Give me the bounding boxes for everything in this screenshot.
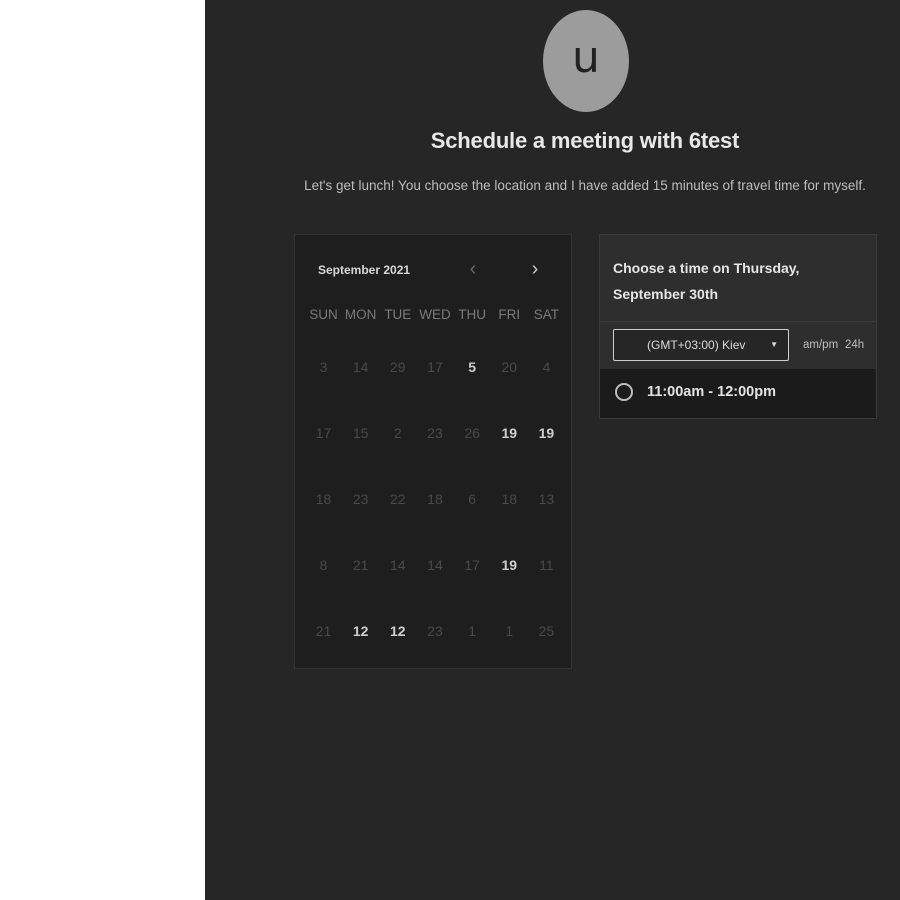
calendar-day: 25 — [538, 623, 555, 639]
calendar-week-row: 8 21 14 14 17 19 11 — [305, 553, 565, 619]
chevron-right-icon[interactable]: › — [523, 257, 547, 281]
calendar-day: 20 — [501, 359, 518, 375]
calendar-day: 2 — [393, 425, 402, 441]
calendar-day: 14 — [352, 359, 369, 375]
calendar-day: 18 — [315, 491, 332, 507]
calendar-day: 26 — [464, 425, 480, 441]
calendar-day: 18 — [501, 491, 518, 507]
time-slot[interactable]: 11:00am - 12:00pm — [600, 369, 876, 418]
calendar-month-label: September 2021 — [318, 263, 411, 277]
weekday-label: SAT — [533, 307, 560, 322]
calendar-day-available[interactable]: 5 — [454, 355, 491, 421]
calendar-weekday-header: SUN MON TUE WED THU FRI SAT — [305, 307, 565, 322]
calendar-day: 1 — [468, 623, 477, 639]
timezone-select[interactable]: (GMT+03:00) Kiev ▼ — [613, 329, 789, 361]
calendar-week-row: 3 14 29 17 5 20 4 — [305, 355, 565, 421]
time-picker-heading: Choose a time on Thursday, September 30t… — [613, 255, 863, 307]
format-ampm-toggle[interactable]: am/pm — [803, 339, 838, 351]
calendar-day: 8 — [319, 557, 328, 573]
calendar-day: 11 — [539, 557, 554, 573]
calendar-day-grid: 3 14 29 17 5 20 4 17 15 2 23 26 19 19 18 23 22 18 6 18 13 8 21… — [305, 355, 565, 685]
calendar-day: 1 — [505, 623, 514, 639]
weekday-label: FRI — [498, 307, 521, 322]
calendar-week-row: 17 15 2 23 26 19 19 — [305, 421, 565, 487]
calendar-week-row: 18 23 22 18 6 18 13 — [305, 487, 565, 553]
calendar-week-row: 21 12 12 23 1 1 25 — [305, 619, 565, 685]
weekday-label: THU — [458, 307, 486, 322]
radio-button[interactable] — [615, 383, 633, 401]
time-picker-heading-line2: September 30th — [613, 286, 719, 302]
calendar-day-available[interactable]: 19 — [491, 553, 528, 619]
page-subtitle: Let's get lunch! You choose the location… — [304, 178, 866, 193]
avatar: u — [543, 10, 629, 112]
calendar-day: 18 — [427, 491, 443, 507]
calendar-day: 17 — [464, 557, 480, 573]
divider — [600, 321, 876, 322]
calendar-day: 4 — [542, 359, 551, 375]
calendar-day: 14 — [427, 557, 443, 573]
calendar-day-available[interactable]: 12 — [379, 619, 416, 685]
calendar-day: 13 — [538, 491, 555, 507]
calendar-day-available[interactable]: 19 — [528, 421, 565, 487]
caret-down-icon: ▼ — [770, 340, 778, 349]
calendar-day: 23 — [352, 491, 369, 507]
time-picker: Choose a time on Thursday, September 30t… — [599, 234, 877, 419]
timezone-value: (GMT+03:00) Kiev — [647, 338, 746, 352]
calendar-day: 15 — [352, 425, 369, 441]
calendar-day: 21 — [352, 557, 369, 573]
calendar-day-available[interactable]: 19 — [491, 421, 528, 487]
calendar-day: 17 — [315, 425, 332, 441]
calendar-day-available[interactable]: 12 — [342, 619, 379, 685]
time-slot-label: 11:00am - 12:00pm — [647, 384, 776, 400]
calendar-day: 14 — [390, 557, 406, 573]
weekday-label: TUE — [384, 307, 412, 322]
calendar-day: 6 — [468, 491, 477, 507]
avatar-initial: u — [572, 31, 600, 83]
calendar-day: 21 — [315, 623, 332, 639]
page-title: Schedule a meeting with 6test — [430, 128, 740, 153]
calendar-day: 23 — [427, 425, 443, 441]
format-24h-toggle[interactable]: 24h — [845, 339, 864, 351]
calendar-day: 23 — [427, 623, 443, 639]
calendar-day: 17 — [427, 359, 443, 375]
time-picker-heading-line1: Choose a time on Thursday, — [613, 260, 800, 276]
calendar: September 2021 ‹ › SUN MON TUE WED THU F… — [294, 234, 572, 669]
weekday-label: MON — [344, 307, 377, 322]
calendar-day: 29 — [390, 359, 406, 375]
calendar-day: 22 — [390, 491, 406, 507]
calendar-day: 3 — [319, 359, 328, 375]
weekday-label: WED — [419, 307, 451, 322]
chevron-left-icon[interactable]: ‹ — [461, 257, 485, 281]
weekday-label: SUN — [309, 307, 338, 322]
